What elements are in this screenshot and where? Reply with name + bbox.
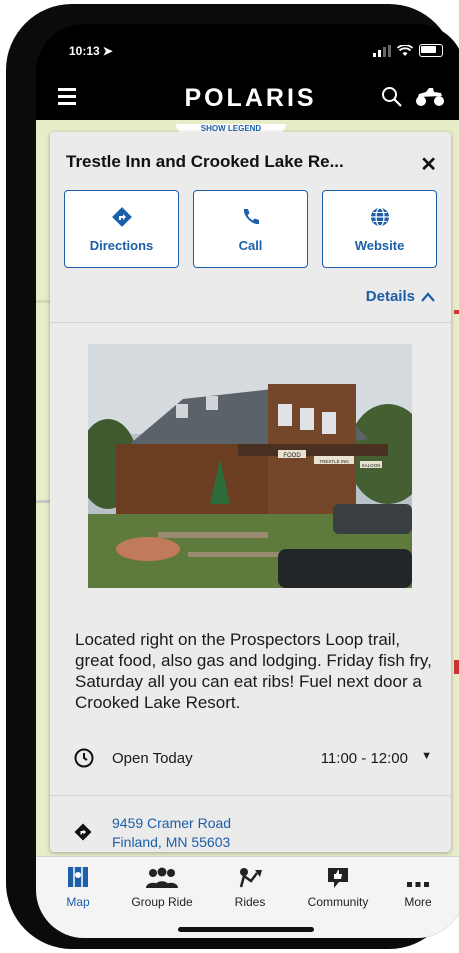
directions-icon [111,206,132,227]
map-icon [68,867,88,887]
status-bar: 10:13 ➤ [36,24,459,72]
community-icon [328,868,348,888]
status-icons [373,44,443,57]
group-icon [146,867,178,888]
tab-group-ride[interactable]: Group Ride [122,865,202,909]
location-arrow-icon: ➤ [102,44,113,58]
globe-icon [370,206,389,227]
battery-icon [419,44,443,57]
address-line-1[interactable]: 9459 Cramer Road [112,815,231,831]
sign-food: FOOD [283,453,301,459]
rides-icon [239,868,262,888]
clock-icon [74,748,94,768]
divider [50,322,451,323]
status-time-text: 10:13 [69,44,100,58]
sign-saloon: SALOON [362,463,381,468]
more-icon [407,882,429,887]
tab-community[interactable]: Community [298,865,378,909]
close-icon[interactable]: ✕ [420,152,437,177]
tab-group-ride-label: Group Ride [131,895,193,909]
signal-icon [373,44,391,57]
hours-row[interactable]: Open Today 11:00 - 12:00 ▼ [74,747,432,771]
chevron-up-icon [421,291,435,302]
hours-label: Open Today [112,750,193,767]
tab-rides-label: Rides [234,895,266,909]
details-label: Details [365,288,415,305]
tab-map[interactable]: Map [38,865,118,909]
place-detail-card: Trestle Inn and Crooked Lake Re... ✕ Dir… [50,132,451,852]
call-button[interactable]: Call [193,190,308,268]
address-line-2[interactable]: Finland, MN 55603 [112,834,230,850]
action-buttons: Directions Call Website [64,190,437,268]
tab-community-label: Community [307,895,369,909]
phone-frame: 10:13 ➤ POLARIS SHOW LEGEND Trestle Inn a… [6,4,459,949]
bottom-tab-bar: Map Group Ride Rides Community More [36,856,459,938]
tab-more[interactable]: More [378,865,458,909]
call-label: Call [238,237,263,253]
divider [50,795,451,796]
details-toggle[interactable]: Details [366,288,435,305]
wifi-icon [397,44,413,56]
chevron-down-icon: ▼ [421,750,432,762]
status-time: 10:13 ➤ [66,42,113,60]
directions-label: Directions [89,237,154,253]
website-label: Website [354,237,405,253]
tab-rides[interactable]: Rides [210,865,290,909]
screen: 10:13 ➤ POLARIS SHOW LEGEND Trestle Inn a… [36,24,459,938]
phone-icon [243,208,259,224]
tab-map-label: Map [66,895,90,909]
website-button[interactable]: Website [322,190,437,268]
place-title: Trestle Inn and Crooked Lake Re... [66,152,344,171]
app-header: POLARIS [36,76,459,124]
directions-button[interactable]: Directions [64,190,179,268]
directions-icon [74,823,92,841]
place-description: Located right on the Prospectors Loop tr… [75,630,432,712]
tab-more-label: More [404,895,432,909]
atv-icon[interactable] [415,84,445,108]
sign-trestle-inn: TRESTLE INN [319,459,348,464]
search-icon[interactable] [381,86,403,108]
home-indicator[interactable] [178,927,314,932]
place-photo: FOOD TRESTLE INN SALOON [88,344,412,588]
hours-time: 11:00 - 12:00 [320,750,408,767]
